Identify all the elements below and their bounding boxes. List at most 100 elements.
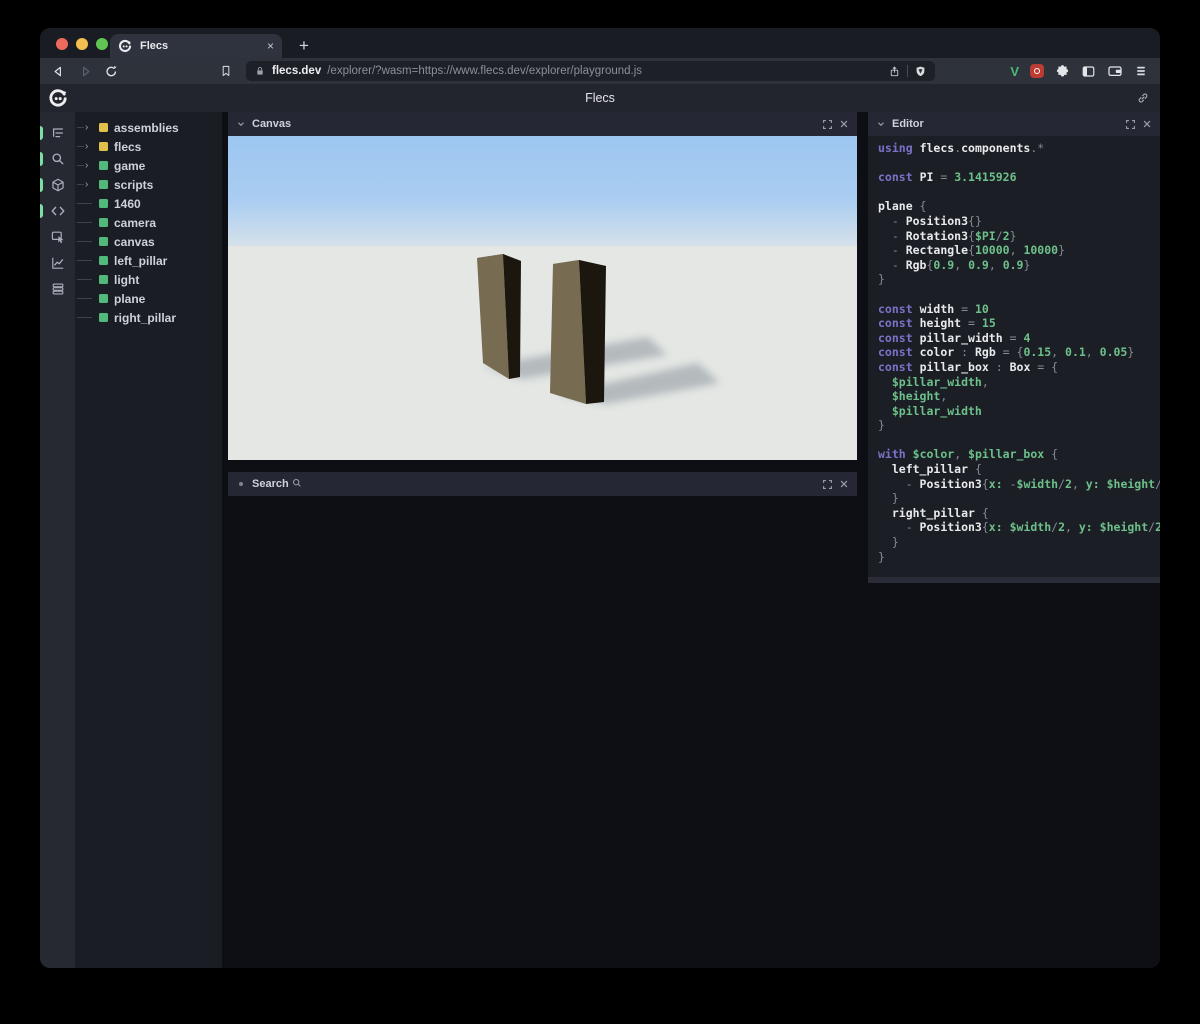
entity-tree-panel: › assemblies › flecs › game › scripts 1460 camera… xyxy=(75,112,222,968)
activity-inspector-button[interactable] xyxy=(40,224,75,250)
tab-close-icon[interactable]: × xyxy=(267,39,274,53)
cube-icon xyxy=(50,177,66,193)
activity-tree-button[interactable] xyxy=(40,120,75,146)
expand-chevron-icon[interactable]: › xyxy=(77,122,99,133)
code-line: } xyxy=(878,491,899,506)
brave-shield-icon[interactable] xyxy=(914,65,927,78)
expand-chevron-icon[interactable]: › xyxy=(77,141,99,152)
activity-bar xyxy=(40,112,75,968)
bookmark-icon[interactable] xyxy=(217,62,235,80)
canvas-panel-header[interactable]: Canvas xyxy=(228,112,857,136)
activity-code-button[interactable] xyxy=(40,198,75,224)
chevron-down-icon[interactable] xyxy=(876,119,886,129)
entity-color-dot xyxy=(99,161,108,170)
tree-item-1460[interactable]: 1460 xyxy=(75,194,222,213)
tree-item-game[interactable]: › game xyxy=(75,156,222,175)
tree-item-canvas[interactable]: canvas xyxy=(75,232,222,251)
editor-resize-handle[interactable] xyxy=(868,577,1160,583)
canvas-panel-title: Canvas xyxy=(252,118,292,130)
expand-chevron-icon[interactable]: › xyxy=(77,179,99,190)
new-tab-button[interactable]: + xyxy=(292,34,316,58)
stack-icon xyxy=(50,281,66,297)
vue-devtools-icon[interactable]: V xyxy=(1010,64,1019,79)
address-bar-divider xyxy=(907,65,908,77)
active-indicator xyxy=(40,126,43,140)
activity-stack-button[interactable] xyxy=(40,276,75,302)
tree-item-light[interactable]: light xyxy=(75,270,222,289)
tree-item-flecs[interactable]: › flecs xyxy=(75,137,222,156)
entity-color-dot xyxy=(99,218,108,227)
tree-item-left_pillar[interactable]: left_pillar xyxy=(75,251,222,270)
minimize-window-button[interactable] xyxy=(76,38,88,50)
flecs-favicon-icon xyxy=(118,39,132,53)
expand-icon[interactable] xyxy=(822,479,833,490)
entity-color-dot xyxy=(99,180,108,189)
permalink-icon[interactable] xyxy=(1136,91,1150,105)
browser-window: Flecs × + flecs.dev /explorer/?wasm=http… xyxy=(40,28,1160,968)
url-domain: flecs.dev xyxy=(272,65,322,77)
share-icon[interactable] xyxy=(888,65,901,78)
leaf-connector xyxy=(77,260,99,261)
entity-label: camera xyxy=(114,215,157,230)
code-line: $pillar_width, xyxy=(878,374,989,389)
active-indicator xyxy=(40,152,43,166)
wallet-icon[interactable] xyxy=(1107,63,1123,79)
entity-label: left_pillar xyxy=(114,253,168,268)
search-icon xyxy=(292,478,301,487)
expand-chevron-icon[interactable]: › xyxy=(77,160,99,171)
browser-tab[interactable]: Flecs × xyxy=(110,34,282,58)
tree-item-plane[interactable]: plane xyxy=(75,289,222,308)
code-line: const PI = 3.1415926 xyxy=(878,170,1017,185)
code-line: left_pillar { xyxy=(878,462,982,477)
code-line: using flecs.components.* xyxy=(878,141,1045,155)
search-panel-header[interactable]: Search xyxy=(228,472,857,496)
editor-panel-header[interactable]: Editor xyxy=(868,112,1160,136)
red-extension-icon[interactable] xyxy=(1030,64,1044,78)
expand-icon[interactable] xyxy=(1125,119,1136,130)
tree-item-assemblies[interactable]: › assemblies xyxy=(75,118,222,137)
close-window-button[interactable] xyxy=(56,38,68,50)
entity-color-dot xyxy=(99,123,108,132)
left-pillar-mesh xyxy=(477,254,521,379)
tab-bar: Flecs × + xyxy=(40,28,1160,58)
chevron-down-icon[interactable] xyxy=(236,119,246,129)
activity-search-button[interactable] xyxy=(40,146,75,172)
navigation-bar: flecs.dev /explorer/?wasm=https://www.fl… xyxy=(40,58,1160,84)
code-line: - Rectangle{10000, 10000} xyxy=(878,243,1065,258)
activity-cube-button[interactable] xyxy=(40,172,75,198)
forward-button[interactable] xyxy=(76,62,94,80)
code-line: const width = 10 xyxy=(878,301,989,316)
back-button[interactable] xyxy=(49,62,67,80)
search-panel-title: Search xyxy=(252,478,816,490)
reload-button[interactable] xyxy=(102,62,120,80)
url-path: /explorer/?wasm=https://www.flecs.dev/ex… xyxy=(327,65,643,77)
activity-chart-button[interactable] xyxy=(40,250,75,276)
entity-label: game xyxy=(114,158,146,173)
entity-label: canvas xyxy=(114,234,155,249)
code-editor[interactable]: using flecs.components.* const PI = 3.14… xyxy=(868,136,1160,577)
entity-label: scripts xyxy=(114,177,154,192)
app-header: Flecs xyxy=(40,84,1160,112)
expand-icon[interactable] xyxy=(822,119,833,130)
3d-viewport[interactable] xyxy=(228,136,857,460)
address-bar[interactable]: flecs.dev /explorer/?wasm=https://www.fl… xyxy=(246,61,935,81)
close-icon[interactable] xyxy=(1142,119,1152,129)
tree-item-camera[interactable]: camera xyxy=(75,213,222,232)
sidebar-toggle-icon[interactable] xyxy=(1081,64,1096,79)
entity-color-dot xyxy=(99,275,108,284)
tree-item-right_pillar[interactable]: right_pillar xyxy=(75,308,222,327)
editor-panel-title: Editor xyxy=(892,118,924,130)
zoom-window-button[interactable] xyxy=(96,38,108,50)
close-icon[interactable] xyxy=(839,119,849,129)
close-icon[interactable] xyxy=(839,479,849,489)
menu-icon[interactable] xyxy=(1134,64,1148,78)
extensions-puzzle-icon[interactable] xyxy=(1055,64,1070,79)
lock-icon xyxy=(254,65,266,77)
collapsed-dot-icon[interactable] xyxy=(239,482,243,486)
canvas-panel: Canvas xyxy=(228,112,857,460)
active-indicator xyxy=(40,178,43,192)
code-line: $pillar_width xyxy=(878,403,982,418)
tree-item-scripts[interactable]: › scripts xyxy=(75,175,222,194)
